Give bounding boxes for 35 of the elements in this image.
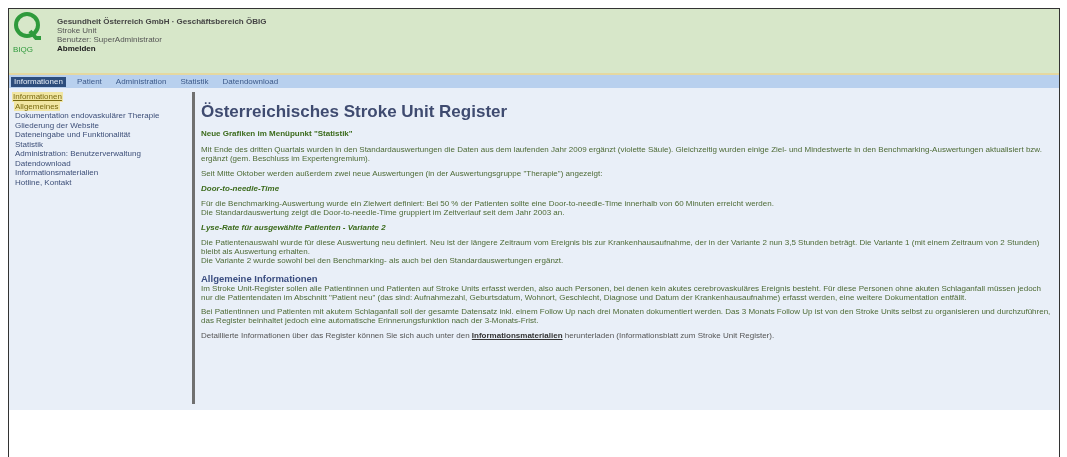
paragraph: Die Patientenauswahl wurde für diese Auswertung neu definiert. Neu ist der längere Zeitraum vom Ereignis bis zur Krankenhausaufnahme, der in der Variante 2 nun 3,5 Stunden beträgt. Die Variante 1 (mit einem Zeitraum von 2 Stunden) bleibt als Auswertung erhalten. [201,238,1041,256]
paragraph: Die Variante 2 wurde sowohl bei den Benchmarking- als auch bei den Standardauswertungen ergänzt. [201,256,565,265]
paragraph: Für die Benchmarking-Auswertung wurde ein Zielwert definiert: Bei 50 % der Patienten sollte eine Door-to-needle-Time innerhalb von 60 Minuten erreicht werden. [201,199,775,208]
paragraph: Im Stroke Unit-Register sollen alle Patientinnen und Patienten auf Stroke Units erfasst werden, also auch Personen, bei denen kein akutes cerebrovaskuläres Ereignis besteht. Für diese Personen ohne akuten Schlaganfall müssen jedoch nur die Patientendaten im Abschnitt "Patient neu" (das sind: Aufnahmezahl, Geburtsdatum, Wohnort, Geschlecht, Diagnose und Datum der Krankenhausaufnahme) erfasst werden, eine weitere Dokumentation entfällt. [201,284,1043,302]
nav-tab[interactable]: Patient [73,76,105,87]
logout-link[interactable]: Abmelden [57,44,267,53]
section-heading: Neue Grafiken im Menüpunkt "Statistik" [201,129,354,138]
nav-tab[interactable]: Administration [112,76,170,87]
sidebar-item[interactable]: Dateneingabe und Funktionalität [14,130,132,140]
subheading: Door-to-needle-Time [201,184,281,193]
paragraph: Detaillierte Informationen über das Register können Sie sich auch unter den Informationsmaterialien herunterladen (Informationsblatt zum Stroke Unit Register). [201,331,776,340]
sidebar-item[interactable]: Administration: Benutzerverwaltung [14,149,142,159]
sidebar-item[interactable]: Informationen [12,92,63,102]
sidebar-item[interactable]: Allgemeines [14,101,60,111]
sidebar-item[interactable]: Statistik [14,139,44,149]
sidebar-item[interactable]: Dokumentation endovaskulärer Therapie [14,111,161,121]
application-name: Stroke Unit [57,26,98,35]
sidebar-item[interactable]: Gliederung der Website [14,120,100,130]
sidebar-item[interactable]: Datendownload [14,158,72,168]
page-title: Österreichisches Stroke Unit Register [201,102,509,122]
nav-tab[interactable]: Informationen [11,76,66,87]
nav-tab[interactable]: Datendownload [219,76,282,87]
nav-tab[interactable]: Statistik [177,76,212,87]
paragraph: Seit Mitte Oktober werden außerdem zwei neue Auswertungen (in der Auswertungsgruppe "Therapie") angezeigt: [201,169,604,178]
paragraph: Mit Ende des dritten Quartals wurden in den Standardauswertungen die Daten aus dem laufenden Jahr 2009 ergänzt (violette Säule). Gleichzeitig wurden einige Ziel- und Mindestwerte in den Benchmarking-Auswertungen aktualisiert bzw. ergänzt (gem. Beschluss im Expertengremium). [201,145,1043,163]
subheading: Lyse-Rate für ausgewählte Patienten - Variante 2 [201,223,387,232]
paragraph: Bei Patientinnen und Patienten mit akutem Schlaganfall soll der gesamte Datensatz inkl. einem Follow Up nach drei Monaten dokumentiert werden. Das 3 Monats Follow Up ist von den Stroke Units selbst zu organisieren und durchzuführen, das Register beinhaltet jedoch eine automatische Erinnerungsfunktion nach der 3-Monats-Frist. [201,307,1051,325]
sidebar-item[interactable]: Hotline, Kontakt [14,177,73,187]
materials-link[interactable]: Informationsmaterialien [471,331,563,340]
sidebar-item[interactable]: Informationsmaterialien [14,168,100,178]
logo-text: BIQG [13,45,33,54]
section-title: Allgemeine Informationen [201,273,319,284]
paragraph: Die Standardauswertung zeigt die Door-to-needle-Time gruppiert im Zeitverlauf seit dem Jahr 2003 an. [201,208,566,217]
user-label: Benutzer: SuperAdministrator [57,35,163,44]
organization-name: Gesundheit Österreich GmbH · Geschäftsbereich ÖBIG [57,17,267,26]
